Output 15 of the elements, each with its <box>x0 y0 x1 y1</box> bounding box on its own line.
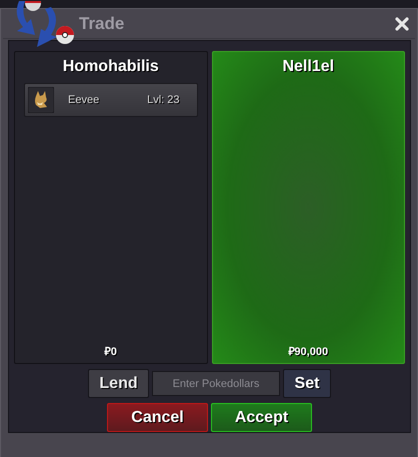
pokemon-name: Eevee <box>68 94 100 106</box>
pokemon-level: Lvl: 23 <box>147 94 180 106</box>
lend-button[interactable]: Lend <box>88 369 149 398</box>
trainer-name: Homohabilis <box>62 58 159 76</box>
cancel-button[interactable]: Cancel <box>107 403 208 432</box>
close-icon[interactable] <box>395 16 409 30</box>
window-title: Trade <box>79 14 126 34</box>
pokemon-row[interactable]: Eevee Lvl: 23 <box>24 83 198 117</box>
trainer-name: Nell1el <box>282 58 334 76</box>
pokedollars-input[interactable]: Enter Pokedollars <box>152 371 280 396</box>
money-amount: ₽90,000 <box>288 345 328 358</box>
fox-sprite-icon <box>28 87 54 113</box>
set-button[interactable]: Set <box>283 369 331 398</box>
accept-button[interactable]: Accept <box>211 403 312 432</box>
money-amount: ₽0 <box>104 345 117 358</box>
